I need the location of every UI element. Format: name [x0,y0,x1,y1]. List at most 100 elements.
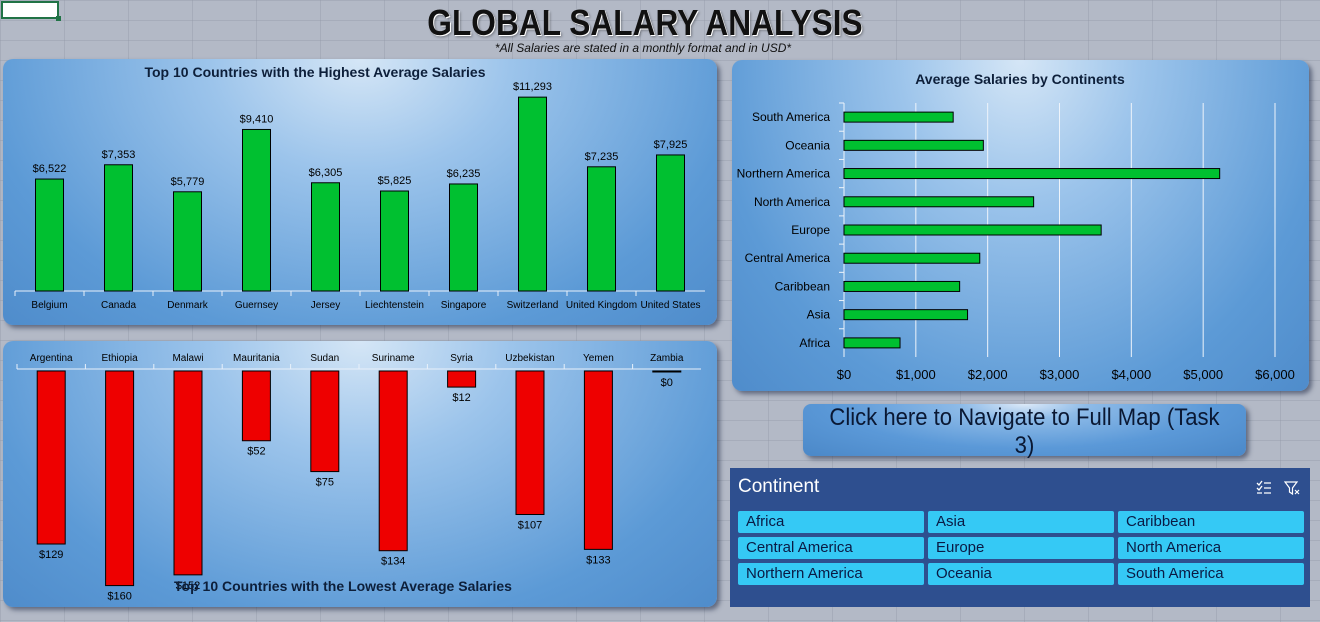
data-label-suriname: $134 [381,556,405,568]
data-label-sudan: $75 [316,477,334,489]
x-tick-guernsey: Guernsey [235,300,278,311]
bar-syria [447,370,477,388]
x-tick-ethiopia: Ethiopia [102,353,139,364]
data-label-uzbekistan: $107 [518,520,542,532]
bar-guernsey [242,128,271,292]
bar-africa [843,337,901,349]
slicer-items: Africa Asia Caribbean Central America Eu… [738,511,1304,585]
x-tick-mauritania: Mauritania [233,353,280,364]
multi-select-icon[interactable] [1256,480,1272,496]
x-tick-label: $2,000 [968,367,1008,382]
data-label-united-kingdom: $7,235 [585,151,619,163]
x-tick-switzerland: Switzerland [507,300,559,311]
y-tick-north-america: North America [754,195,830,209]
bar-zambia [652,370,682,373]
x-tick-denmark: Denmark [167,300,209,311]
x-tick-united-states: United States [640,300,700,311]
data-label-syria: $12 [452,392,470,404]
bar-belgium [35,178,64,292]
bar-united-kingdom [587,166,616,292]
data-label-ethiopia: $160 [107,591,131,603]
bar-caribbean [843,280,961,292]
x-tick-singapore: Singapore [441,300,487,311]
selected-cell[interactable] [1,1,61,21]
slicer-item-south-america[interactable]: South America [1118,563,1304,585]
data-label-canada: $7,353 [102,149,136,161]
highest-salaries-chart[interactable]: Top 10 Countries with the Highest Averag… [3,59,717,325]
data-label-singapore: $6,235 [447,168,481,180]
navigate-full-map-button[interactable]: Click here to Navigate to Full Map (Task… [803,404,1246,459]
x-tick-liechtenstein: Liechtenstein [365,300,424,311]
bar-mauritania [241,370,271,442]
clear-filter-icon[interactable] [1283,480,1300,496]
bar-singapore [449,183,478,292]
data-label-yemen: $133 [586,554,610,566]
chart-title: Top 10 Countries with the Highest Averag… [144,64,485,80]
bar-northern-america [843,168,1221,180]
chart-title: Average Salaries by Continents [915,71,1125,87]
x-tick-label: $0 [837,367,851,382]
lowest-salaries-chart[interactable]: Argentina $129 Ethiopia $160 Malawi $152 Mauri… [3,341,717,607]
x-tick-label: $1,000 [896,367,936,382]
slicer-item-northern-america[interactable]: Northern America [738,563,924,585]
x-tick-jersey: Jersey [311,300,340,311]
x-tick-belgium: Belgium [31,300,67,311]
bar-switzerland [518,96,547,292]
y-tick-caribbean: Caribbean [775,279,830,293]
slicer-item-north-america[interactable]: North America [1118,537,1304,559]
data-label-zambia: $0 [661,377,673,389]
x-tick-united-kingdom: United Kingdom [566,300,637,311]
y-tick-europe: Europe [791,223,830,237]
x-tick-yemen: Yemen [583,353,614,364]
bar-north-america [843,196,1035,208]
slicer-item-africa[interactable]: Africa [738,511,924,533]
slicer-title: Continent [738,476,820,497]
bar-denmark [173,191,202,292]
slicer-item-oceania[interactable]: Oceania [928,563,1114,585]
x-tick-canada: Canada [101,300,136,311]
x-tick-argentina: Argentina [30,353,73,364]
x-tick-label: $4,000 [1111,367,1151,382]
bar-asia [843,309,969,321]
data-label-switzerland: $11,293 [513,81,552,93]
bar-central-america [843,252,981,264]
data-label-united-states: $7,925 [654,139,688,151]
y-tick-asia: Asia [807,308,831,322]
bar-sudan [310,370,340,473]
continent-salaries-chart[interactable]: Average Salaries by Continents $0 $1,000 $2… [732,60,1309,391]
data-label-denmark: $5,779 [171,176,205,188]
bar-oceania [843,139,984,151]
highest-salaries-chart-svg: Top 10 Countries with the Highest Averag… [14,64,705,311]
data-label-belgium: $6,522 [33,163,67,175]
y-tick-northern-america: Northern America [737,167,831,181]
bar-malawi [173,370,203,576]
x-tick-label: $5,000 [1183,367,1223,382]
bar-jersey [311,182,340,292]
y-tick-africa: Africa [799,336,830,350]
x-tick-zambia: Zambia [650,353,684,364]
lowest-salaries-chart-svg: Argentina$129Ethiopia$160Malawi$152Mauri… [16,353,701,603]
chart-title: Top 10 Countries with the Lowest Average… [174,578,512,594]
x-tick-uzbekistan: Uzbekistan [505,353,554,364]
x-tick-suriname: Suriname [372,353,415,364]
bar-europe [843,224,1102,236]
slicer-item-europe[interactable]: Europe [928,537,1114,559]
data-label-liechtenstein: $5,825 [378,175,412,187]
slicer-item-caribbean[interactable]: Caribbean [1118,511,1304,533]
bar-uzbekistan [515,370,545,516]
data-label-mauritania: $52 [247,446,265,458]
x-tick-label: $3,000 [1040,367,1080,382]
data-label-jersey: $6,305 [309,167,343,179]
data-label-guernsey: $9,410 [240,113,274,125]
y-tick-south-america: South America [752,110,830,124]
page-title: GLOBAL SALARY ANALYSIS [427,2,863,43]
slicer-item-central-america[interactable]: Central America [738,537,924,559]
y-tick-oceania: Oceania [785,138,830,152]
navigate-full-map-label: Click here to Navigate to Full Map (Task… [829,404,1220,459]
page-subtitle: *All Salaries are stated in a monthly fo… [494,41,792,55]
continent-slicer[interactable]: Continent Africa Asia Caribbean Central … [730,468,1310,607]
bar-ethiopia [105,370,135,587]
continent-salaries-chart-svg: Average Salaries by Continents $0 $1,000 $2… [737,71,1295,382]
slicer-item-asia[interactable]: Asia [928,511,1114,533]
bar-south-america [843,111,954,123]
